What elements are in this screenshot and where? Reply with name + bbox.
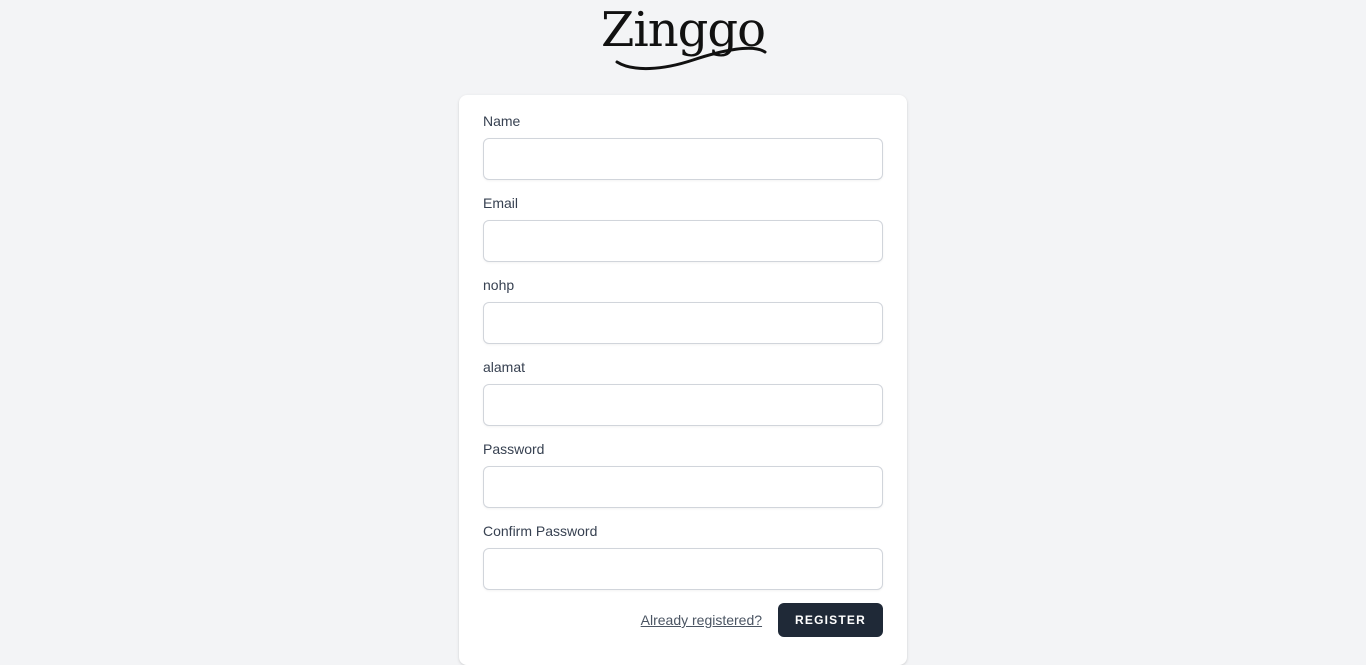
register-button[interactable]: REGISTER bbox=[778, 603, 883, 637]
name-label: Name bbox=[483, 113, 521, 129]
confirm-password-label: Confirm Password bbox=[483, 523, 598, 539]
register-card: Name Email nohp alamat Password Confirm … bbox=[459, 95, 907, 665]
email-input[interactable] bbox=[483, 220, 883, 262]
alamat-field-group: alamat bbox=[483, 358, 883, 426]
nohp-input[interactable] bbox=[483, 302, 883, 344]
password-input[interactable] bbox=[483, 466, 883, 508]
nohp-label: nohp bbox=[483, 277, 515, 293]
email-label: Email bbox=[483, 195, 519, 211]
confirm-password-input[interactable] bbox=[483, 548, 883, 590]
logo-swoosh-icon bbox=[615, 46, 767, 71]
name-field-group: Name bbox=[483, 112, 883, 180]
nohp-field-group: nohp bbox=[483, 276, 883, 344]
brand-logo[interactable]: Zinggo bbox=[593, 0, 773, 78]
logo-container: Zinggo bbox=[0, 0, 1366, 78]
form-actions: Already registered? REGISTER bbox=[483, 603, 883, 637]
confirm-password-field-group: Confirm Password bbox=[483, 522, 883, 590]
password-label: Password bbox=[483, 441, 545, 457]
name-input[interactable] bbox=[483, 138, 883, 180]
email-field-group: Email bbox=[483, 194, 883, 262]
alamat-label: alamat bbox=[483, 359, 526, 375]
alamat-input[interactable] bbox=[483, 384, 883, 426]
already-registered-link[interactable]: Already registered? bbox=[641, 612, 762, 628]
password-field-group: Password bbox=[483, 440, 883, 508]
